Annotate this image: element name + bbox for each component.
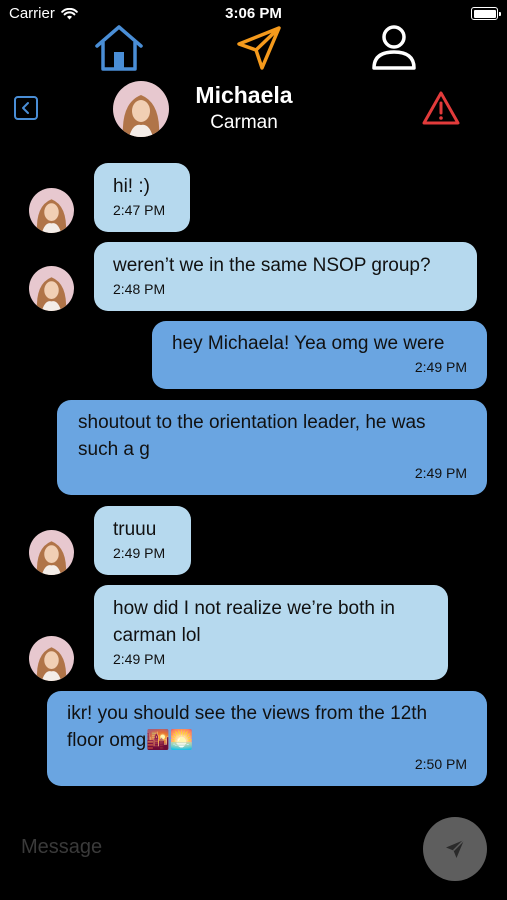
message-time: 2:48 PM xyxy=(113,281,166,297)
contact-avatar[interactable] xyxy=(113,81,169,137)
message-text: ikr! you should see the views from the 1… xyxy=(67,703,428,751)
send-icon xyxy=(446,839,465,858)
message-time: 2:47 PM xyxy=(113,202,166,218)
message-time: 2:49 PM xyxy=(113,651,166,667)
message-bubble-outgoing[interactable]: hey Michaela! Yea omg we were 2:49 PM xyxy=(152,321,487,389)
message-avatar xyxy=(29,266,74,311)
message-bubble-incoming[interactable]: how did I not realize we’re both in carm… xyxy=(94,585,448,680)
send-button[interactable] xyxy=(423,817,487,881)
contact-last-name: Carman xyxy=(210,112,278,133)
message-text: hey Michaela! Yea omg we were xyxy=(172,333,445,354)
message-text: hi! :) xyxy=(113,176,150,197)
message-text: how did I not realize we’re both in carm… xyxy=(113,598,395,646)
message-time: 2:50 PM xyxy=(414,756,467,772)
message-avatar xyxy=(29,188,74,233)
message-bubble-outgoing[interactable]: ikr! you should see the views from the 1… xyxy=(47,691,487,786)
send-nav-icon[interactable] xyxy=(234,24,284,72)
home-icon[interactable] xyxy=(93,24,145,72)
message-input[interactable]: Message xyxy=(21,836,102,859)
contact-first-name: Michaela xyxy=(195,82,293,108)
back-icon[interactable] xyxy=(14,96,38,120)
avatar-image xyxy=(113,81,169,137)
message-avatar xyxy=(29,636,74,681)
message-avatar xyxy=(29,530,74,575)
message-time: 2:49 PM xyxy=(414,465,467,481)
battery-icon xyxy=(471,7,501,20)
message-text: weren’t we in the same NSOP group? xyxy=(113,255,431,276)
message-bubble-incoming[interactable]: hi! :) 2:47 PM xyxy=(94,163,190,232)
profile-icon[interactable] xyxy=(371,24,417,72)
message-text: shoutout to the orientation leader, he w… xyxy=(78,412,426,460)
message-time: 2:49 PM xyxy=(113,545,166,561)
warning-icon[interactable] xyxy=(421,90,461,126)
message-bubble-incoming[interactable]: weren’t we in the same NSOP group? 2:48 … xyxy=(94,242,477,311)
message-text: truuu xyxy=(113,519,157,540)
message-bubble-outgoing[interactable]: shoutout to the orientation leader, he w… xyxy=(57,400,487,495)
message-time: 2:49 PM xyxy=(414,359,467,375)
message-bubble-incoming[interactable]: truuu 2:49 PM xyxy=(94,506,191,575)
clock: 3:06 PM xyxy=(225,5,282,22)
